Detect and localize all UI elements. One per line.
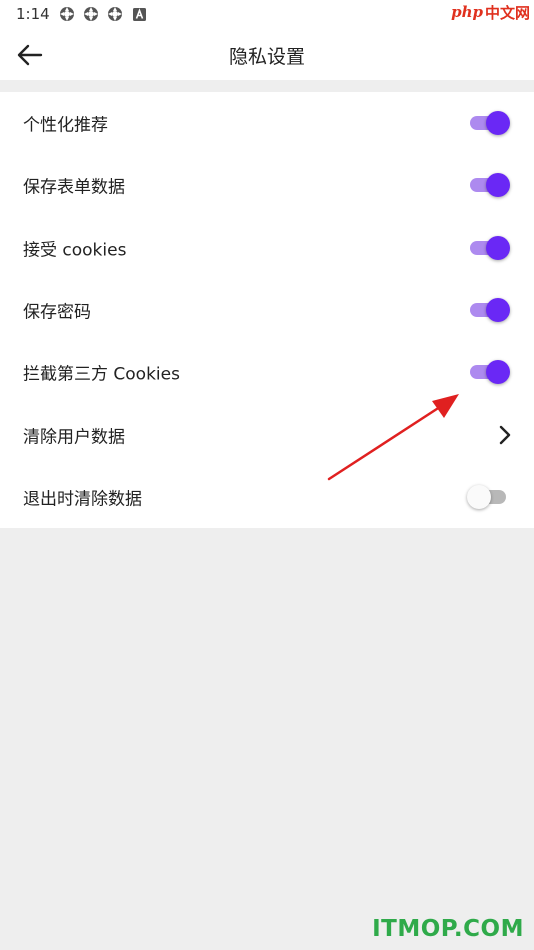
status-bar: 1:14 php 中文网: [0, 0, 534, 30]
divider-band: [0, 80, 534, 92]
watermark-cn-text: 中文网: [484, 3, 530, 22]
a-icon: [133, 8, 146, 21]
sync-icon: [108, 7, 122, 21]
setting-label: 拦截第三方 Cookies: [23, 364, 180, 385]
save-password-toggle[interactable]: [470, 298, 510, 323]
setting-label: 退出时清除数据: [23, 489, 142, 510]
page-title: 隐私设置: [228, 46, 305, 68]
watermark-php-text: php: [451, 3, 483, 21]
settings-list: 个性化推荐 保存表单数据 接受 cookies 保存密码 拦截第三方 Cooki…: [0, 92, 534, 529]
setting-label: 接受 cookies: [23, 240, 127, 261]
setting-label: 保存表单数据: [23, 177, 125, 198]
app-bar: 隐私设置: [0, 30, 534, 80]
setting-label: 保存密码: [23, 302, 91, 323]
sync-icon: [84, 7, 98, 21]
watermark-itmop: ITMOP.COM: [372, 916, 524, 942]
setting-clear-data-on-exit[interactable]: 退出时清除数据: [0, 466, 534, 528]
watermark-php: php 中文网: [451, 0, 530, 24]
status-time: 1:14: [16, 5, 50, 23]
accept-cookies-toggle[interactable]: [470, 235, 510, 260]
setting-label: 个性化推荐: [23, 115, 108, 136]
save-form-data-toggle[interactable]: [470, 173, 510, 198]
setting-save-password[interactable]: 保存密码: [0, 279, 534, 341]
setting-personalized-recommendation[interactable]: 个性化推荐: [0, 92, 534, 154]
setting-label: 清除用户数据: [23, 427, 125, 448]
chevron-right-icon: [499, 425, 511, 444]
personalized-recommendation-toggle[interactable]: [470, 111, 510, 136]
setting-save-form-data[interactable]: 保存表单数据: [0, 154, 534, 216]
block-third-party-cookies-toggle[interactable]: [470, 360, 510, 385]
clear-data-on-exit-toggle[interactable]: [467, 484, 508, 509]
setting-clear-user-data[interactable]: 清除用户数据: [0, 403, 534, 465]
setting-accept-cookies[interactable]: 接受 cookies: [0, 217, 534, 279]
setting-block-third-party-cookies[interactable]: 拦截第三方 Cookies: [0, 341, 534, 403]
sync-icon: [60, 7, 74, 21]
